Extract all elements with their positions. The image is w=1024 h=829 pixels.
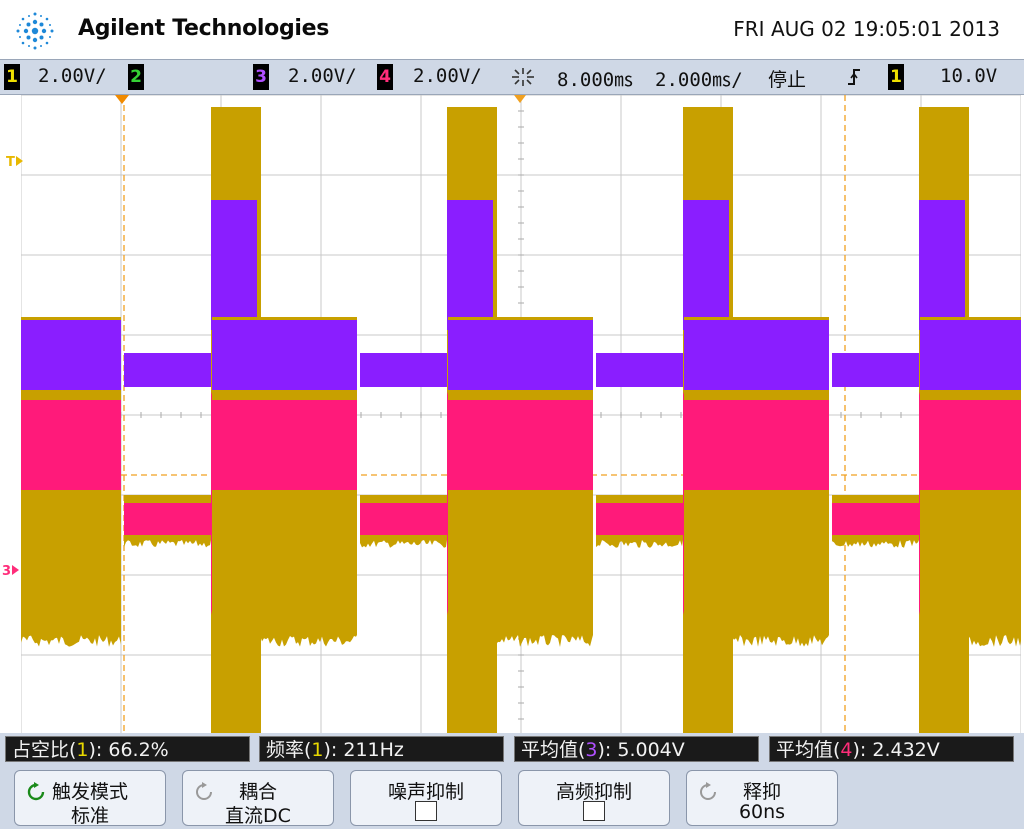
softkey-label: 触发模式 bbox=[51, 781, 128, 803]
softkey-label: 高频抑制 bbox=[555, 781, 632, 803]
trace-ch4-high bbox=[212, 400, 357, 490]
softkey-trigger-mode[interactable]: 触发模式 标准 bbox=[14, 770, 166, 827]
trace-ch4-high bbox=[920, 400, 1021, 490]
channel-3-scale[interactable]: 2.00V/ bbox=[288, 65, 357, 87]
trace-ch1-noise bbox=[448, 635, 593, 647]
trace-ch4-low bbox=[832, 503, 919, 535]
trace-ch3-pulse bbox=[447, 200, 493, 330]
trace-ch4-high bbox=[448, 400, 593, 490]
trace-ch4-low bbox=[596, 503, 683, 535]
trace-ch3-high bbox=[920, 320, 1021, 390]
trace-ch1-noise bbox=[124, 540, 211, 548]
trace-ch1-noise bbox=[832, 540, 919, 548]
trace-ch1-noise bbox=[360, 540, 447, 548]
trace-ch3-low bbox=[832, 353, 919, 387]
channel-1-indicator[interactable]: 1 bbox=[4, 64, 20, 90]
channel-status-bar: 1 2.00V/ 2 3 2.00V/ 4 2.00V/ 8.000㎳ 2.00… bbox=[0, 59, 1024, 95]
ground-reference-marker: 3 bbox=[2, 564, 20, 579]
trace-ch4-low bbox=[360, 503, 447, 535]
measurement-duty-cycle[interactable]: 占空比(1): 66.2% bbox=[5, 736, 250, 762]
measurement-bar: 占空比(1): 66.2% 频率(1): 211Hz 平均值(3): 5.004… bbox=[0, 733, 1024, 765]
trace-ch4-high bbox=[21, 400, 121, 490]
checkbox-icon[interactable] bbox=[415, 801, 437, 821]
trigger-level[interactable]: 10.0V bbox=[940, 65, 997, 87]
trace-ch1-noise bbox=[21, 635, 121, 647]
softkey-value: 标准 bbox=[70, 805, 109, 827]
softkey-value: 60ns bbox=[738, 801, 786, 823]
trigger-position-marker bbox=[115, 95, 129, 104]
time-scale[interactable]: 2.000㎳/ bbox=[655, 65, 743, 92]
trace-ch3-high bbox=[21, 320, 121, 390]
run-state: 停止 bbox=[768, 69, 807, 91]
header: Agilent Technologies FRI AUG 02 19:05:01… bbox=[0, 0, 1024, 58]
trace-ch3-low bbox=[596, 353, 683, 387]
trigger-level-marker: T bbox=[6, 155, 23, 170]
trace-ch3-low bbox=[360, 353, 447, 387]
trace-ch3-low bbox=[124, 353, 211, 387]
agilent-logo-icon bbox=[16, 12, 54, 50]
trace-ch3-pulse bbox=[211, 200, 257, 330]
waveform-display[interactable] bbox=[21, 95, 1021, 735]
center-marker bbox=[514, 95, 526, 103]
trigger-source[interactable]: 1 bbox=[888, 64, 904, 90]
softkey-label: 噪声抑制 bbox=[387, 781, 464, 803]
channel-1-scale[interactable]: 2.00V/ bbox=[38, 65, 107, 87]
trace-ch4-high bbox=[684, 400, 829, 490]
datetime: FRI AUG 02 19:05:01 2013 bbox=[733, 17, 1000, 41]
channel-4-scale[interactable]: 2.00V/ bbox=[413, 65, 482, 87]
softkey-hf-reject[interactable]: 高频抑制 bbox=[518, 770, 670, 826]
brand-name: Agilent Technologies bbox=[78, 16, 330, 41]
measurement-average-ch3[interactable]: 平均值(3): 5.004V bbox=[514, 736, 759, 762]
softkey-bar: 触发模式 标准 耦合 直流DC 噪声抑制 高频抑制 释抑 60ns bbox=[0, 765, 1024, 829]
measurement-average-ch4[interactable]: 平均值(4): 2.432V bbox=[769, 736, 1014, 762]
softkey-coupling[interactable]: 耦合 直流DC bbox=[182, 770, 334, 827]
timebase-icon bbox=[512, 68, 534, 86]
checkbox-icon[interactable] bbox=[583, 801, 605, 821]
trace-ch3-pulse bbox=[919, 200, 965, 330]
trace-ch3-high bbox=[212, 320, 357, 390]
measurement-frequency[interactable]: 频率(1): 211Hz bbox=[259, 736, 504, 762]
channel-2-indicator[interactable]: 2 bbox=[128, 64, 144, 90]
trace-ch3-high bbox=[684, 320, 829, 390]
softkey-value: 直流DC bbox=[225, 805, 291, 827]
trace-ch1-noise bbox=[596, 540, 683, 548]
time-delay[interactable]: 8.000㎳ bbox=[557, 65, 633, 92]
softkey-noise-reject[interactable]: 噪声抑制 bbox=[350, 770, 502, 826]
channel-4-indicator[interactable]: 4 bbox=[377, 64, 393, 90]
softkey-label: 释抑 bbox=[742, 781, 781, 803]
trace-ch3-pulse bbox=[683, 200, 729, 330]
trace-ch4-low bbox=[124, 503, 211, 535]
trace-ch3-high bbox=[448, 320, 593, 390]
softkey-holdoff[interactable]: 释抑 60ns bbox=[686, 770, 838, 826]
softkey-label: 耦合 bbox=[238, 781, 277, 803]
trigger-edge-icon bbox=[848, 69, 860, 85]
channel-3-indicator[interactable]: 3 bbox=[253, 64, 269, 90]
waveform-traces bbox=[21, 107, 1021, 735]
